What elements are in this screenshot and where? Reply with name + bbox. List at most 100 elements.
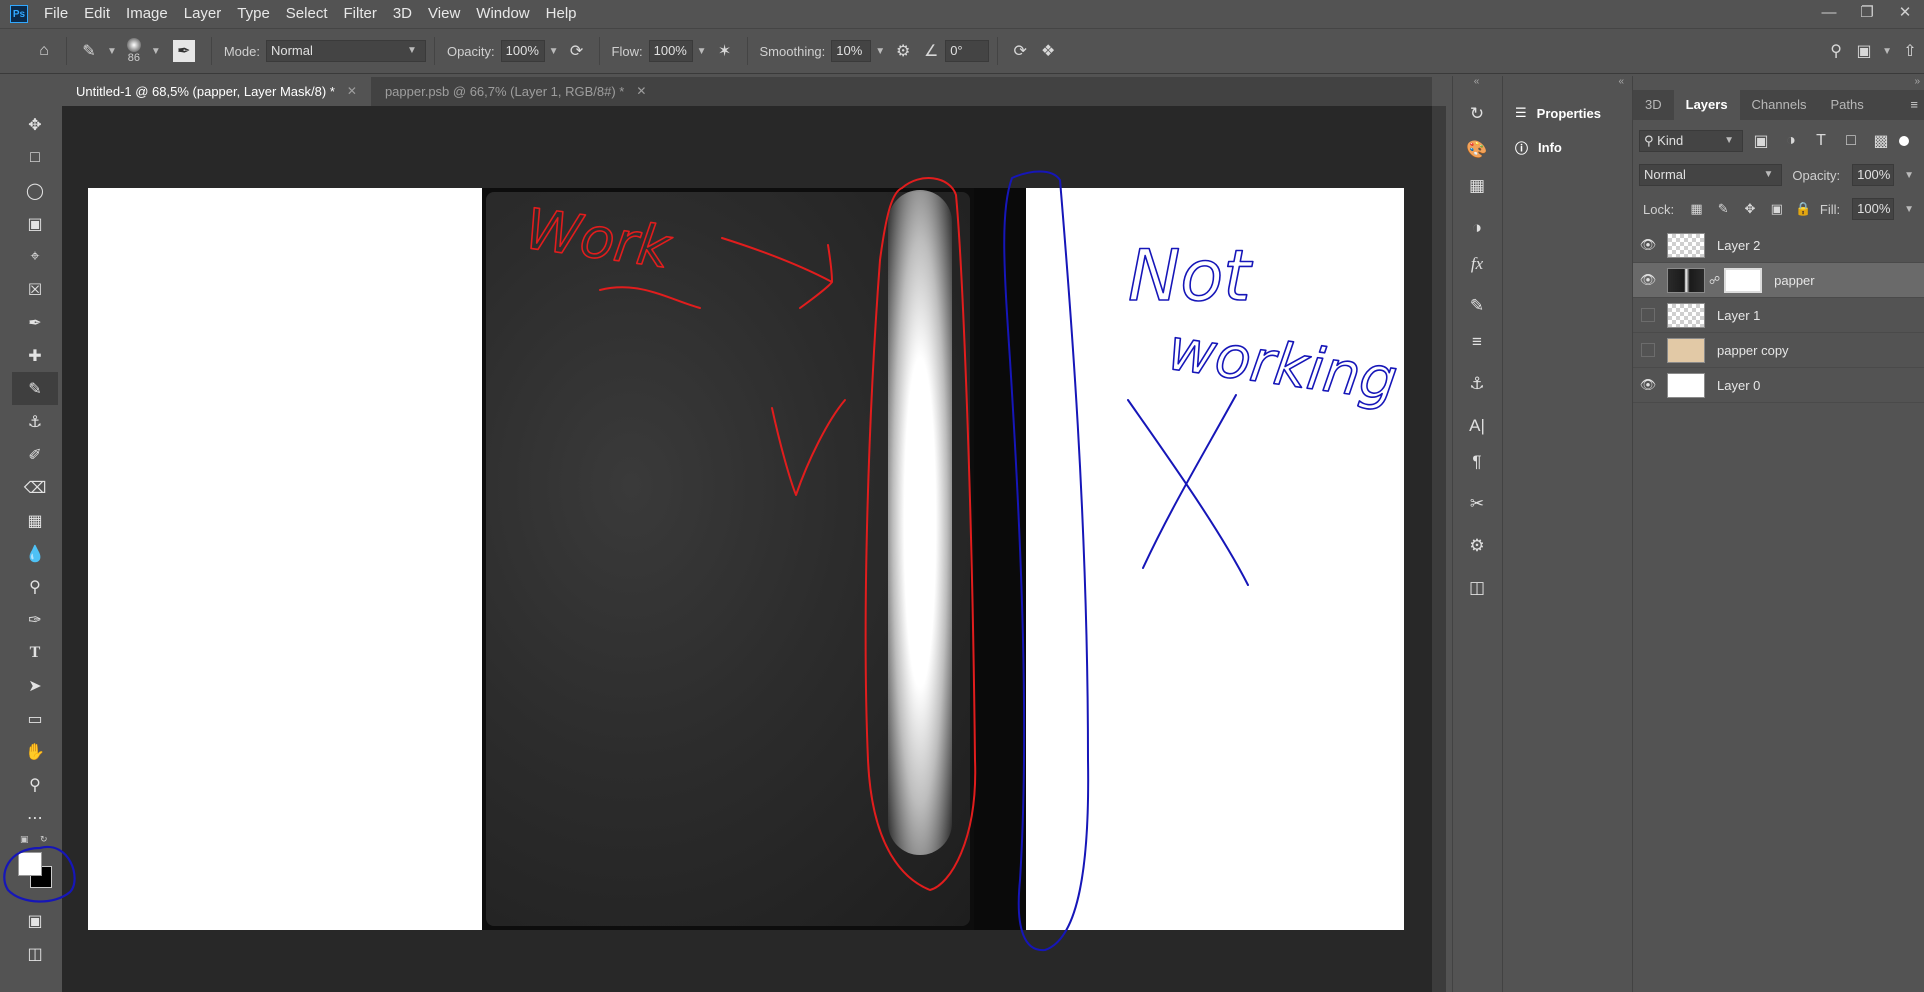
blend-mode-dropdown[interactable]: Normal ▼ xyxy=(1639,164,1783,186)
menu-file[interactable]: File xyxy=(36,0,76,28)
collapse-icon[interactable]: « xyxy=(1453,76,1500,96)
clone-source-icon[interactable]: ⚓ xyxy=(1453,366,1501,402)
airbrush-icon[interactable]: ✶ xyxy=(711,37,739,65)
history-icon[interactable]: ↻ xyxy=(1453,96,1501,132)
close-icon[interactable]: ✕ xyxy=(636,77,646,106)
clone-stamp-tool-icon[interactable]: ⚓ xyxy=(12,405,58,438)
mode-dropdown[interactable]: Normal ▼ xyxy=(265,40,426,62)
chevron-down-icon[interactable]: ▼ xyxy=(1904,204,1914,215)
shape-filter-icon[interactable]: □ xyxy=(1839,127,1863,155)
eraser-tool-icon[interactable]: ⌫ xyxy=(12,471,58,504)
pressure-size-icon[interactable]: ⟳ xyxy=(1006,37,1034,65)
dodge-tool-icon[interactable]: ⚲ xyxy=(12,570,58,603)
tab-untitled-1[interactable]: Untitled-1 @ 68,5% (papper, Layer Mask/8… xyxy=(62,77,371,106)
menu-edit[interactable]: Edit xyxy=(76,0,118,28)
marquee-tool-icon[interactable]: □ xyxy=(12,141,58,174)
menu-3d[interactable]: 3D xyxy=(385,0,420,28)
adjustments-icon[interactable]: ◑ xyxy=(1453,210,1501,246)
eye-icon[interactable]: 👁 xyxy=(1633,237,1663,253)
default-colors-icon[interactable]: ▣ xyxy=(20,834,29,845)
tab-channels[interactable]: Channels xyxy=(1740,90,1819,120)
screen-mode-icon[interactable]: ◫ xyxy=(12,937,58,970)
smart-object-filter-icon[interactable]: ▩ xyxy=(1869,127,1893,155)
brush-size-preview[interactable]: 86 xyxy=(126,38,141,64)
3d-scene-icon[interactable]: ⚙ xyxy=(1453,528,1501,564)
menu-layer[interactable]: Layer xyxy=(176,0,230,28)
quick-mask-icon[interactable]: ▣ xyxy=(12,904,58,937)
more-tools-icon[interactable]: ⋯ xyxy=(12,801,58,834)
color-palette-icon[interactable]: 🎨 xyxy=(1453,132,1501,168)
lasso-tool-icon[interactable]: ◯ xyxy=(12,174,58,207)
close-icon[interactable]: ✕ xyxy=(1886,0,1924,24)
gradient-tool-icon[interactable]: ▦ xyxy=(12,504,58,537)
hand-tool-icon[interactable]: ✋ xyxy=(12,735,58,768)
adjustment-filter-icon[interactable]: ◑ xyxy=(1779,127,1803,155)
libraries-icon[interactable]: ◫ xyxy=(1453,570,1501,606)
pixel-filter-icon[interactable]: ▣ xyxy=(1749,127,1773,155)
kind-filter-dropdown[interactable]: ⚲ Kind ▼ xyxy=(1639,130,1743,152)
path-selection-tool-icon[interactable]: ➤ xyxy=(12,669,58,702)
pressure-opacity-icon[interactable]: ⟳ xyxy=(563,37,591,65)
brushes-icon[interactable]: ≡ xyxy=(1453,324,1501,360)
chevron-down-icon[interactable]: ▼ xyxy=(875,46,885,57)
fill-input[interactable]: 100% xyxy=(1852,198,1895,220)
menu-view[interactable]: View xyxy=(420,0,468,28)
chevron-down-icon[interactable]: ▼ xyxy=(107,46,117,57)
workspace-icon[interactable]: ▣ xyxy=(1850,37,1878,65)
chevron-down-icon[interactable]: ▼ xyxy=(151,46,161,57)
lock-all-icon[interactable]: 🔒 xyxy=(1793,195,1814,223)
flow-input[interactable]: 100% xyxy=(648,40,693,62)
menu-filter[interactable]: Filter xyxy=(336,0,385,28)
chevron-down-icon[interactable]: ▼ xyxy=(1882,46,1892,57)
share-icon[interactable]: ⇧ xyxy=(1896,37,1924,65)
brush-settings-icon[interactable]: ✒ xyxy=(172,40,195,62)
eye-icon[interactable]: 👁 xyxy=(1633,272,1663,288)
tab-paths[interactable]: Paths xyxy=(1818,90,1875,120)
chevron-down-icon[interactable]: ▼ xyxy=(1904,170,1914,181)
smoothing-input[interactable]: 10% xyxy=(831,40,872,62)
chevron-down-icon[interactable]: ▼ xyxy=(697,46,707,57)
home-icon[interactable]: ⌂ xyxy=(30,37,58,65)
minimize-icon[interactable]: — xyxy=(1810,0,1848,24)
styles-fx-icon[interactable]: fx xyxy=(1453,246,1501,282)
swatches-icon[interactable]: ▦ xyxy=(1453,168,1501,204)
collapse-icon[interactable]: » xyxy=(1633,76,1924,90)
angle-input[interactable]: 0° xyxy=(945,40,990,62)
menu-help[interactable]: Help xyxy=(538,0,585,28)
zoom-tool-icon[interactable]: ⚲ xyxy=(12,768,58,801)
layer-row-layer-1[interactable]: Layer 1 xyxy=(1633,298,1924,333)
character-icon[interactable]: A| xyxy=(1453,408,1501,444)
collapse-icon[interactable]: « xyxy=(1503,76,1628,96)
eyedropper-tool-icon[interactable]: ✒ xyxy=(12,306,58,339)
brush-preset-icon[interactable]: ✎ xyxy=(75,37,103,65)
type-tool-icon[interactable]: T xyxy=(12,636,58,669)
lock-position-icon[interactable]: ✥ xyxy=(1740,195,1761,223)
search-icon[interactable]: ⚲ xyxy=(1822,37,1850,65)
tools-icon[interactable]: ✂ xyxy=(1453,486,1501,522)
lock-image-icon[interactable]: ✎ xyxy=(1713,195,1734,223)
tab-layers[interactable]: Layers xyxy=(1673,90,1740,120)
properties-item[interactable]: ☰ Properties xyxy=(1503,96,1628,130)
vertical-scrollbar[interactable] xyxy=(1432,106,1446,992)
object-select-tool-icon[interactable]: ▣ xyxy=(12,207,58,240)
frame-tool-icon[interactable]: ☒ xyxy=(12,273,58,306)
menu-type[interactable]: Type xyxy=(229,0,278,28)
swap-colors-icon[interactable]: ↻ xyxy=(40,834,48,845)
visibility-toggle-off[interactable] xyxy=(1641,308,1655,322)
history-brush-tool-icon[interactable]: ✐ xyxy=(12,438,58,471)
close-icon[interactable]: ✕ xyxy=(347,77,357,106)
layer-mask-thumbnail[interactable] xyxy=(1724,267,1763,293)
opacity-input[interactable]: 100% xyxy=(500,40,545,62)
layer-row-papper-copy[interactable]: papper copy xyxy=(1633,333,1924,368)
filter-toggle-icon[interactable] xyxy=(1899,136,1909,146)
layer-opacity-input[interactable]: 100% xyxy=(1852,164,1895,186)
menu-image[interactable]: Image xyxy=(118,0,176,28)
chevron-down-icon[interactable]: ▼ xyxy=(549,46,559,57)
healing-brush-tool-icon[interactable]: ✚ xyxy=(12,339,58,372)
foreground-color-swatch[interactable] xyxy=(18,852,42,876)
rectangle-tool-icon[interactable]: ▭ xyxy=(12,702,58,735)
layer-row-papper[interactable]: 👁 ☍ papper xyxy=(1633,263,1924,298)
layer-row-layer-0[interactable]: 👁 Layer 0 xyxy=(1633,368,1924,403)
pen-tool-icon[interactable]: ✑ xyxy=(12,603,58,636)
tab-3d[interactable]: 3D xyxy=(1633,90,1674,120)
